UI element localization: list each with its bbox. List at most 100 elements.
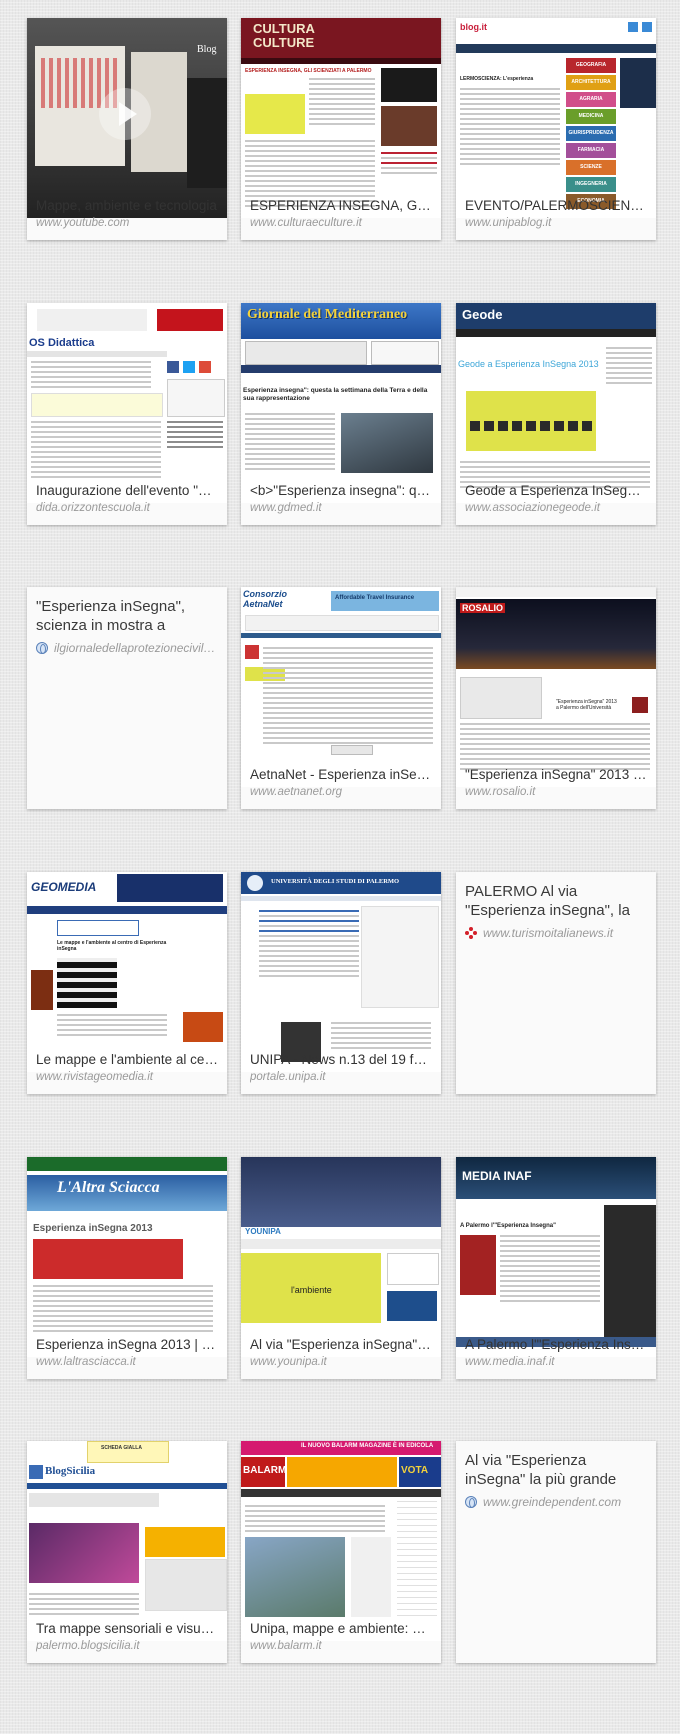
thumb-label: MEDIA INAF — [462, 1169, 532, 1183]
result-card[interactable]: SCHEDA GIALLA BlogSicilia Tra mappe sens… — [27, 1441, 227, 1663]
result-card[interactable]: Geode Geode a Esperienza InSegna 2013 Ge… — [456, 303, 656, 525]
result-domain[interactable]: www.gdmed.it — [250, 501, 432, 515]
result-domain[interactable]: www.culturaeculture.it — [250, 216, 432, 230]
result-domain[interactable]: www.laltrasciacca.it — [36, 1355, 218, 1369]
thumbnail-image: IL NUOVO BALARM MAGAZINE È IN EDICOLA BA… — [241, 1441, 441, 1641]
thumb-headline: Geode a Esperienza InSegna 2013 — [458, 359, 599, 369]
result-title[interactable]: Al via "Esperienza inSegna", la mostra — [250, 1336, 432, 1353]
thumbnail-image: Geode Geode a Esperienza InSegna 2013 — [456, 303, 656, 503]
thumbnail-image: UNIVERSITÀ DEGLI STUDI DI PALERMO — [241, 872, 441, 1072]
thumb-headline: SCHEDA GIALLA — [101, 1445, 142, 1451]
thumb-headline: A Palermo l'"Esperienza Insegna" — [460, 1223, 556, 1229]
thumb-headline: ESPERIENZA INSEGNA, GLI SCIENZIATI A PAL… — [245, 68, 372, 74]
result-title[interactable]: Al via "Esperienza inSegna" la più grand… — [465, 1451, 647, 1489]
result-domain[interactable]: www.unipablog.it — [465, 216, 647, 230]
thumbnail-image: L'Altra Sciacca Esperienza inSegna 2013 — [27, 1157, 227, 1357]
result-title[interactable]: Mappe, ambiente e tecnologia — [36, 197, 218, 214]
play-icon[interactable] — [99, 88, 151, 140]
thumbnail-image: ROSALIO "Esperienza inSegna" 2013 a Pale… — [456, 587, 656, 787]
result-card[interactable]: blog.it LERMOSCIENZA: L'esperienza GEOGR… — [456, 18, 656, 240]
thumbnail-image: GEOMEDIA Le mappe e l'ambiente al centro… — [27, 872, 227, 1072]
result-card[interactable]: YOUNIPA l'ambiente Al via "Esperienza in… — [241, 1157, 441, 1379]
result-title[interactable]: Le mappe e l'ambiente al centro di Esper… — [36, 1051, 218, 1068]
thumb-label: L'Altra Sciacca — [57, 1179, 160, 1196]
result-domain-row[interactable]: www.turismoitalianews.it — [465, 926, 647, 940]
result-domain[interactable]: www.rosalio.it — [465, 785, 647, 799]
faculty-tile: SCIENZE — [566, 160, 616, 175]
thumbnail-image: SCHEDA GIALLA BlogSicilia — [27, 1441, 227, 1641]
faculty-tile: MEDICINA — [566, 109, 616, 124]
faculty-tile: ARCHITETTURA — [566, 75, 616, 90]
result-title[interactable]: A Palermo l'"Esperienza Insegna" — [465, 1336, 647, 1353]
result-domain[interactable]: www.younipa.it — [250, 1355, 432, 1369]
result-domain[interactable]: portale.unipa.it — [250, 1070, 432, 1084]
result-title[interactable]: Unipa, mappe e ambiente: al via "Esperie… — [250, 1620, 432, 1637]
thumb-headline: Esperienza insegna": questa la settimana… — [243, 387, 428, 402]
thumbnail-image: MEDIA INAF A Palermo l'"Esperienza Inseg… — [456, 1157, 656, 1357]
result-title[interactable]: Tra mappe sensoriali e visualizzazioni — [36, 1620, 218, 1637]
result-card[interactable]: Consorzio AetnaNet Affordable Travel Ins… — [241, 587, 441, 809]
result-domain[interactable]: www.balarm.it — [250, 1639, 432, 1653]
thumb-label: blog.it — [460, 22, 487, 32]
result-card[interactable]: GEOMEDIA Le mappe e l'ambiente al centro… — [27, 872, 227, 1094]
result-domain[interactable]: www.aetnanet.org — [250, 785, 432, 799]
result-card[interactable]: MEDIA INAF A Palermo l'"Esperienza Inseg… — [456, 1157, 656, 1379]
thumbnail-image: Giornale del Mediterraneo Esperienza ins… — [241, 303, 441, 503]
result-domain[interactable]: www.media.inaf.it — [465, 1355, 647, 1369]
thumb-headline: Le mappe e l'ambiente al centro di Esper… — [57, 940, 167, 952]
thumb-label: BlogSicilia — [45, 1465, 96, 1477]
result-card[interactable]: CULTURA CULTURE ESPERIENZA INSEGNA, GLI … — [241, 18, 441, 240]
thumb-label: UNIVERSITÀ DEGLI STUDI DI PALERMO — [271, 878, 400, 885]
thumb-label: CULTURA CULTURE — [253, 21, 315, 50]
result-card[interactable]: Giornale del Mediterraneo Esperienza ins… — [241, 303, 441, 525]
result-card[interactable]: PALERMO Al via "Esperienza inSegna", la … — [456, 872, 656, 1094]
result-domain[interactable]: www.youtube.com — [36, 216, 218, 230]
result-title[interactable]: "Esperienza inSegna" 2013 a Palermo — [465, 766, 647, 783]
result-domain[interactable]: www.greindependent.com — [483, 1495, 621, 1509]
thumbnail-image: Consorzio AetnaNet Affordable Travel Ins… — [241, 587, 441, 787]
result-title[interactable]: Geode a Esperienza InSegna 2013 — [465, 482, 647, 499]
result-title[interactable]: "Esperienza inSegna", scienza in mostra … — [36, 597, 218, 635]
thumb-headline: "Esperienza inSegna" 2013 a Palermo dell… — [556, 699, 617, 711]
result-domain[interactable]: dida.orizzontescuola.it — [36, 501, 218, 515]
result-card[interactable]: UNIVERSITÀ DEGLI STUDI DI PALERMO UNIPA … — [241, 872, 441, 1094]
thumb-headline: IL NUOVO BALARM MAGAZINE È IN EDICOLA — [301, 1443, 434, 1449]
result-card[interactable]: Al via "Esperienza inSegna" la più grand… — [456, 1441, 656, 1663]
result-domain-row[interactable]: ilgiornaledellaprotezionecivile.it — [36, 641, 218, 655]
result-card[interactable]: L'Altra Sciacca Esperienza inSegna 2013 … — [27, 1157, 227, 1379]
result-title[interactable]: UNIPA - News n.13 del 19 febbraio 2013 — [250, 1051, 432, 1068]
result-title[interactable]: Esperienza inSegna 2013 | La Trasciacca — [36, 1336, 218, 1353]
thumb-label: BALARM — [243, 1465, 287, 1476]
result-title[interactable]: PALERMO Al via "Esperienza inSegna", la — [465, 882, 647, 920]
result-card[interactable]: IL NUOVO BALARM MAGAZINE È IN EDICOLA BA… — [241, 1441, 441, 1663]
globe-icon — [36, 642, 48, 654]
result-card[interactable]: OS Didattica Inaugurazione dell'evento "… — [27, 303, 227, 525]
results-grid: Blog Mappe, ambiente e tecnologia www.yo… — [0, 0, 680, 1734]
result-domain[interactable]: www.turismoitalianews.it — [483, 926, 613, 940]
result-card[interactable]: Blog Mappe, ambiente e tecnologia www.yo… — [27, 18, 227, 240]
result-domain[interactable]: palermo.blogsicilia.it — [36, 1639, 218, 1653]
thumb-label: Geode — [462, 307, 503, 322]
result-title[interactable]: <b>"Esperienza insegna": questa la setti… — [250, 482, 432, 499]
thumbnail-video: Blog — [27, 18, 227, 218]
flower-icon — [465, 927, 477, 939]
thumb-label: OS Didattica — [29, 337, 95, 349]
result-title[interactable]: ESPERIENZA INSEGNA, GLI SCIENZIATI A PAL… — [250, 197, 432, 214]
thumb-headline: Affordable Travel Insurance — [335, 595, 415, 601]
result-domain[interactable]: www.rivistageomedia.it — [36, 1070, 218, 1084]
result-title[interactable]: Inaugurazione dell'evento "Esperienza in… — [36, 482, 218, 499]
result-domain-row[interactable]: www.greindependent.com — [465, 1495, 647, 1509]
result-card[interactable]: ROSALIO "Esperienza inSegna" 2013 a Pale… — [456, 587, 656, 809]
result-title[interactable]: EVENTO/PALERMOSCIENZA: L'esperienza — [465, 197, 647, 214]
thumb-vote: VOTA — [401, 1465, 429, 1476]
thumbnail-image: CULTURA CULTURE ESPERIENZA INSEGNA, GLI … — [241, 18, 441, 218]
thumb-label: GEOMEDIA — [31, 880, 97, 894]
result-title[interactable]: AetnaNet - Esperienza inSegna 2013 — [250, 766, 432, 783]
thumbnail-image: OS Didattica — [27, 303, 227, 503]
thumb-label: Consorzio AetnaNet — [243, 589, 287, 609]
result-card[interactable]: "Esperienza inSegna", scienza in mostra … — [27, 587, 227, 809]
faculty-tile: GIURISPRUDENZA — [566, 126, 616, 141]
result-domain[interactable]: www.associazionegeode.it — [465, 501, 647, 515]
result-domain[interactable]: ilgiornaledellaprotezionecivile.it — [54, 641, 218, 655]
thumb-label: YOUNIPA — [245, 1227, 281, 1236]
